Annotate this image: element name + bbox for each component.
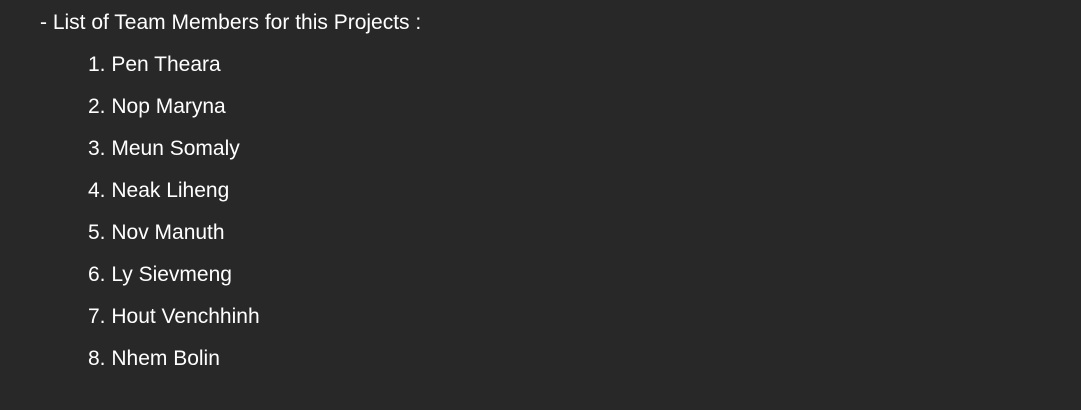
- list-item: 5. Nov Manuth: [88, 221, 225, 244]
- team-members-heading: - List of Team Members for this Projects…: [40, 11, 422, 34]
- team-member-list: 1. Pen Theara 2. Nop Maryna 3. Meun Soma…: [88, 52, 260, 388]
- list-item: 4. Neak Liheng: [88, 179, 230, 202]
- list-item: 2. Nop Maryna: [88, 95, 226, 118]
- list-item: 3. Meun Somaly: [88, 137, 240, 160]
- list-item: 8. Nhem Bolin: [88, 347, 220, 370]
- list-item: 6. Ly Sievmeng: [88, 263, 232, 286]
- list-item: 1. Pen Theara: [88, 53, 221, 76]
- document-page: - List of Team Members for this Projects…: [0, 0, 1081, 410]
- list-item: 7. Hout Venchhinh: [88, 305, 260, 328]
